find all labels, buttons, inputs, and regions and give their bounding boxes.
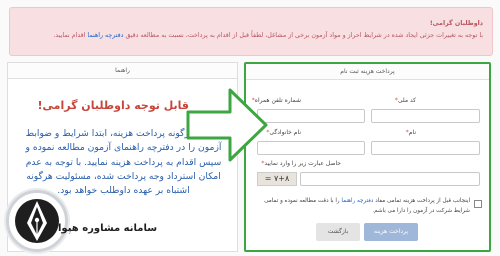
- agreement-checkbox[interactable]: [474, 200, 482, 208]
- guide-panel-header: راهنما: [8, 63, 237, 79]
- national-code-label: کد ملی*: [394, 97, 416, 104]
- agreement-text-start: اینجانب قبل از پرداخت هزینه تمامی مفاد: [375, 198, 470, 204]
- mobile-input[interactable]: [257, 109, 365, 123]
- captcha-input[interactable]: [300, 172, 480, 186]
- pen-nib-icon: [6, 190, 68, 252]
- captcha-label: حاصل عبارت زیر را وارد نمایید*: [261, 160, 341, 167]
- guide-title: قابل توجه داوطلبان گرامی!: [37, 99, 189, 112]
- captcha-image: ۷+۸ =: [257, 172, 297, 186]
- last-name-input[interactable]: [257, 141, 365, 155]
- first-name-input[interactable]: [371, 141, 480, 155]
- watermark-logo: سامانه مشاوره هپوا: [6, 190, 157, 252]
- last-name-label: نام خانوادگی*: [266, 129, 301, 136]
- notice-alert: داوطلبان گرامی! با توجه به تغییرات جزئی …: [9, 7, 493, 56]
- agreement-guide-link[interactable]: دفترچه راهنما: [341, 198, 373, 204]
- watermark-text: سامانه مشاوره هپوا: [58, 223, 158, 234]
- alert-text: با توجه به تغییرات جزئی ایجاد شده در شرا…: [125, 31, 483, 39]
- national-code-input[interactable]: [371, 109, 480, 123]
- alert-text-end: اقدام نمایید.: [53, 31, 86, 39]
- alert-title: داوطلبان گرامی!: [429, 20, 483, 27]
- back-button[interactable]: بازگشت: [316, 223, 360, 241]
- alert-message: با توجه به تغییرات جزئی ایجاد شده در شرا…: [16, 30, 483, 42]
- pointer-arrow-icon: [186, 88, 268, 162]
- agreement-row: اینجانب قبل از پرداخت هزینه تمامی مفاد د…: [258, 197, 482, 216]
- first-name-label: نام*: [405, 129, 416, 136]
- pay-button[interactable]: پرداخت هزینه: [364, 223, 418, 241]
- payment-panel-header: پرداخت هزینه ثبت نام: [246, 64, 489, 80]
- alert-guide-link[interactable]: دفترچه راهنما: [87, 32, 123, 39]
